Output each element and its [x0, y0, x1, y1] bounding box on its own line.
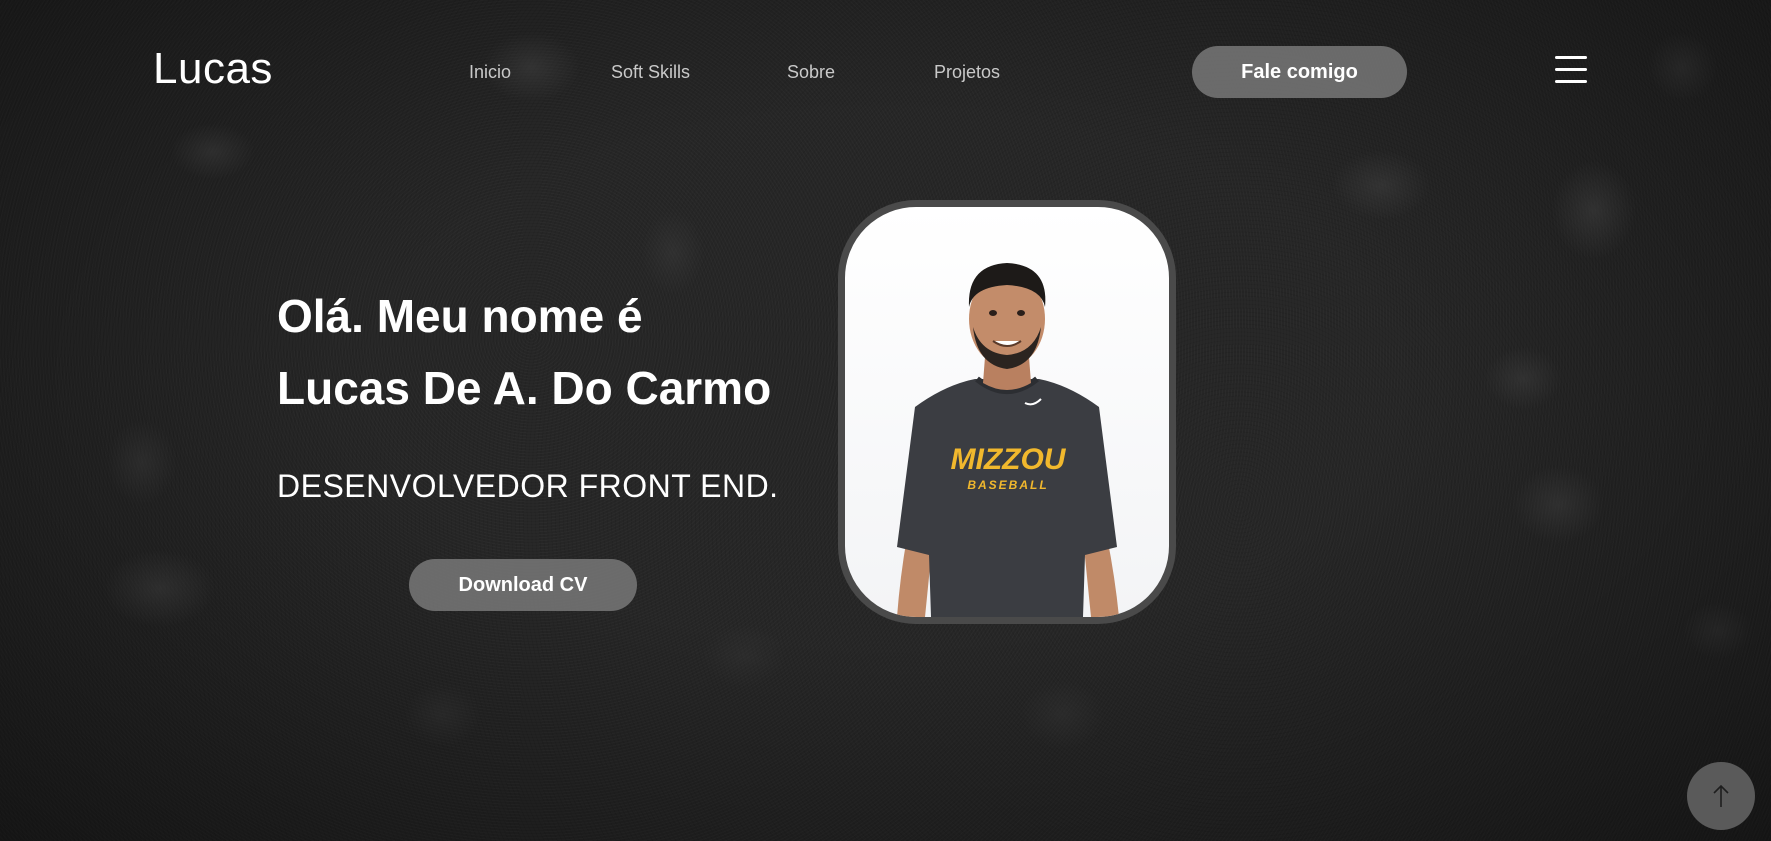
- menu-bar-bottom: [1555, 80, 1587, 83]
- arrow-up-icon: [1713, 784, 1729, 807]
- menu-bar-top: [1555, 56, 1587, 59]
- hero-title-line-2: Lucas De A. Do Carmo: [277, 362, 772, 414]
- site-header: Lucas Inicio Soft Skills Sobre Projetos …: [0, 0, 1771, 140]
- hamburger-menu-icon[interactable]: [1555, 56, 1587, 84]
- hero-title: Olá. Meu nome é Lucas De A. Do Carmo: [277, 280, 771, 424]
- nav-link-inicio[interactable]: Inicio: [469, 62, 511, 83]
- contact-button[interactable]: Fale comigo: [1192, 46, 1407, 98]
- hero-role: DESENVOLVEDOR FRONT END.: [277, 468, 779, 504]
- shirt-text-mizzou: MIZZOU: [951, 443, 1067, 476]
- menu-bar-middle: [1555, 68, 1587, 71]
- profile-photo-illustration: MIZZOU BASEBALL: [897, 263, 1119, 617]
- profile-photo: MIZZOU BASEBALL: [838, 200, 1176, 624]
- nav-link-projetos[interactable]: Projetos: [934, 62, 1000, 83]
- logo[interactable]: Lucas: [153, 44, 273, 94]
- nav-link-sobre[interactable]: Sobre: [787, 62, 835, 83]
- hero-title-line-1: Olá. Meu nome é: [277, 290, 643, 342]
- download-cv-button[interactable]: Download CV: [409, 559, 637, 611]
- nav-link-soft-skills[interactable]: Soft Skills: [611, 62, 690, 83]
- scroll-to-top-button[interactable]: [1687, 762, 1755, 830]
- shirt-text-baseball: BASEBALL: [967, 478, 1048, 492]
